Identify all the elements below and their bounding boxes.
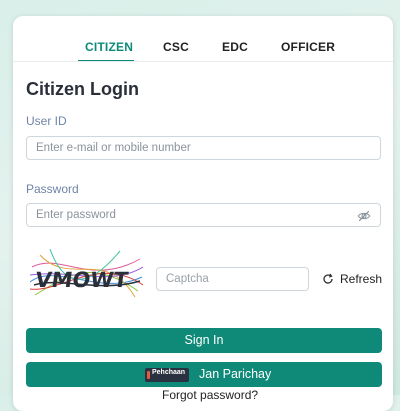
user-id-placeholder: Enter e-mail or mobile number xyxy=(36,142,191,154)
pehchaan-logo-mark xyxy=(147,371,150,379)
forgot-password-link[interactable]: Forgot password? xyxy=(162,388,258,402)
password-label: Password xyxy=(26,182,79,196)
eye-off-icon[interactable] xyxy=(357,209,371,223)
jan-parichay-label: Jan Parichay xyxy=(199,367,272,381)
password-placeholder: Enter password xyxy=(36,209,116,221)
sign-in-label: Sign In xyxy=(184,333,224,347)
password-input[interactable]: Enter password xyxy=(26,203,381,227)
login-tabs: CITIZEN CSC EDC OFFICER xyxy=(13,16,393,62)
tab-officer[interactable]: OFFICER xyxy=(281,40,335,54)
refresh-label: Refresh xyxy=(340,272,383,286)
jan-parichay-button[interactable]: Pehchaan Jan Parichay xyxy=(26,362,382,387)
page-title: Citizen Login xyxy=(26,79,139,99)
pehchaan-logo: Pehchaan xyxy=(145,368,189,382)
user-id-input[interactable]: Enter e-mail or mobile number xyxy=(26,136,381,160)
pehchaan-logo-text: Pehchaan xyxy=(152,369,186,376)
svg-text:VMOWT: VMOWT xyxy=(34,267,131,292)
captcha-image: VMOWT xyxy=(30,247,143,301)
user-id-label: User ID xyxy=(26,114,67,128)
refresh-icon xyxy=(323,273,333,284)
sign-in-button[interactable]: Sign In xyxy=(26,328,382,353)
captcha-input[interactable]: Captcha xyxy=(156,267,309,291)
tab-csc[interactable]: CSC xyxy=(163,40,189,54)
captcha-placeholder: Captcha xyxy=(166,273,209,285)
login-card: CITIZEN CSC EDC OFFICER Citizen Login Us… xyxy=(13,16,393,411)
tabs-divider xyxy=(13,61,393,62)
tab-citizen[interactable]: CITIZEN xyxy=(85,40,133,54)
tab-edc[interactable]: EDC xyxy=(222,40,248,54)
